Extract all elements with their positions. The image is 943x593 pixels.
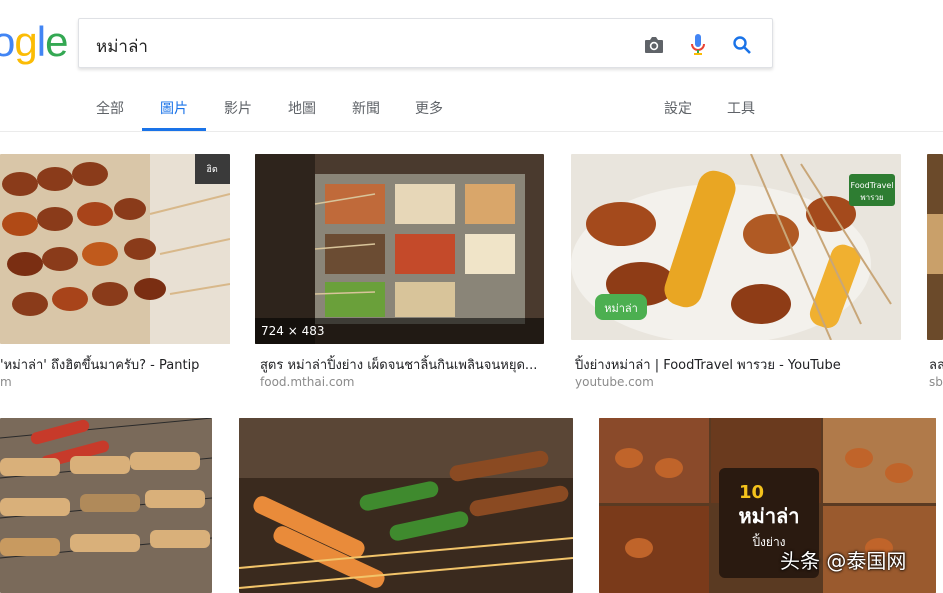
result-title[interactable]: ปิ้งย่างหม่าล่า | FoodTravel พารวย - You… [575,354,901,375]
tab-maps[interactable]: 地圖 [288,98,316,118]
microphone-icon[interactable] [685,32,711,58]
result-source[interactable]: sb [929,375,943,389]
camera-icon[interactable] [641,32,667,58]
image-result[interactable]: 724 × 483 สูตร หม่าล่าปิ้งย่าง เผ็ดจนชาล… [255,154,545,394]
result-thumbnail[interactable]: ฮิต [0,154,230,344]
result-thumbnail[interactable] [239,418,573,593]
image-result[interactable]: ฮิต 'หม่าล่า' ถึงฮิตขึ้นมาครับ? - Pantip… [0,154,230,394]
result-title[interactable]: สูตร หม่าล่าปิ้งย่าง เผ็ดจนชาลิ้นกินเพลิ… [260,354,545,375]
tab-settings[interactable]: 設定 [664,98,692,118]
tab-images[interactable]: 圖片 [160,98,188,118]
result-thumbnail[interactable]: FoodTravel พารวย หม่าล่า [571,154,901,340]
mala-tag: หม่าล่า [604,302,638,315]
foodtravel-badge: FoodTravel [851,181,894,190]
search-input[interactable]: หม่าล่า [96,33,148,60]
result-thumbnail[interactable]: 724 × 483 [255,154,544,344]
result-title[interactable]: 'หม่าล่า' ถึงฮิตขึ้นมาครับ? - Pantip [0,354,230,375]
result-thumbnail[interactable] [927,154,943,340]
tab-more[interactable]: 更多 [415,98,443,118]
active-tab-indicator [142,128,206,131]
result-source[interactable]: m [0,375,230,389]
image-result[interactable]: FoodTravel พารวย หม่าล่า ปิ้งย่างหม่าล่า… [571,154,901,394]
result-source[interactable]: youtube.com [575,375,901,389]
search-tabs: 全部 圖片 影片 地圖 新聞 更多 設定 工具 [0,90,943,132]
image-result[interactable] [239,418,573,593]
tab-all[interactable]: 全部 [96,98,124,118]
image-dimensions: 724 × 483 [255,318,544,344]
google-logo[interactable]: ogle [0,18,68,66]
foodtravel-sub: พารวย [860,193,883,202]
poster-number: 10 [739,482,764,503]
poster-title: หม่าล่า [738,504,799,528]
search-icon[interactable] [729,32,755,58]
header: ogle หม่าล่า 全部 圖片 影片 地圖 新聞 更多 設定 工具 [0,0,943,132]
image-result[interactable] [0,418,212,593]
result-title[interactable]: ลล [929,354,943,375]
image-result[interactable]: ลล sb [927,154,943,394]
tab-news[interactable]: 新聞 [352,98,380,118]
search-box[interactable]: หม่าล่า [78,18,773,68]
result-source[interactable]: food.mthai.com [260,375,545,389]
result-thumbnail[interactable] [0,418,212,593]
watermark: 头条 @泰国网 [780,549,907,573]
pantip-tag: ฮิต [206,164,217,175]
tab-tools[interactable]: 工具 [727,98,755,118]
tab-videos[interactable]: 影片 [224,98,252,118]
